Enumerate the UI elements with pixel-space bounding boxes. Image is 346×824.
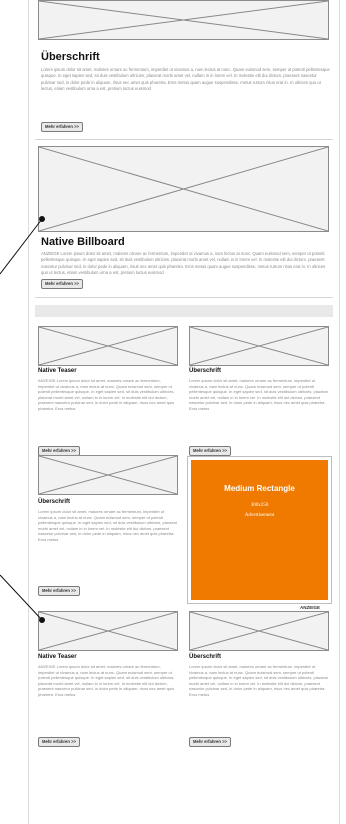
teaser-body: ANZEIGE Lorem ipsum dolor sit amet, malo… — [38, 378, 175, 411]
read-more-button[interactable]: Mehr erfahren >> — [41, 279, 83, 289]
ad-title: Medium Rectangle — [224, 484, 295, 493]
teaser-heading: Native Teaser — [38, 654, 77, 660]
divider — [35, 297, 333, 298]
ad-label: Advertisement — [244, 513, 275, 518]
article-body: Lorem ipsum dolor sit amet, malores orna… — [41, 67, 330, 91]
divider — [35, 139, 333, 140]
card-heading: Überschrift — [38, 499, 71, 505]
card-body: Lorem ipsum dolor sit amet, malores orna… — [189, 664, 328, 697]
billboard-heading: Native Billboard — [41, 236, 125, 248]
card-heading: Überschrift — [189, 368, 222, 374]
read-more-button[interactable]: Mehr erfahren >> — [189, 737, 231, 747]
card-heading: Überschrift — [189, 654, 222, 660]
ad-tag: ANZEIGE — [300, 605, 321, 610]
read-more-button[interactable]: Mehr erfahren >> — [38, 586, 80, 596]
read-more-button[interactable]: Mehr erfahren >> — [38, 737, 80, 747]
read-more-button[interactable]: Mehr erfahren >> — [189, 446, 231, 456]
image-placeholder — [38, 611, 178, 651]
image-placeholder — [38, 146, 329, 232]
section-separator — [35, 305, 333, 317]
image-placeholder — [189, 611, 329, 651]
card-body: Lorem ipsum dolor sit amet, malores orna… — [189, 378, 328, 411]
image-placeholder — [38, 0, 329, 40]
medium-rectangle-ad[interactable]: Medium Rectangle 300x250 Advertisement — [187, 456, 332, 604]
image-placeholder — [38, 326, 178, 366]
page-frame: Überschrift Lorem ipsum dolor sit amet, … — [28, 0, 340, 824]
ad-creative[interactable]: Medium Rectangle 300x250 Advertisement — [191, 460, 328, 600]
read-more-button[interactable]: Mehr erfahren >> — [41, 122, 83, 132]
teaser-heading: Native Teaser — [38, 368, 77, 374]
card-body: Lorem ipsum dolor sit amet, malores orna… — [38, 509, 177, 542]
billboard-body: ANZEIGE Lorem ipsum dolor sit amet, malo… — [41, 251, 326, 275]
ad-size: 300x250 — [250, 503, 269, 508]
image-placeholder — [38, 455, 178, 495]
image-placeholder — [189, 326, 329, 366]
teaser-body: ANZEIGE Lorem ipsum dolor sit amet, malo… — [38, 664, 175, 697]
article-heading: Überschrift — [41, 51, 100, 63]
